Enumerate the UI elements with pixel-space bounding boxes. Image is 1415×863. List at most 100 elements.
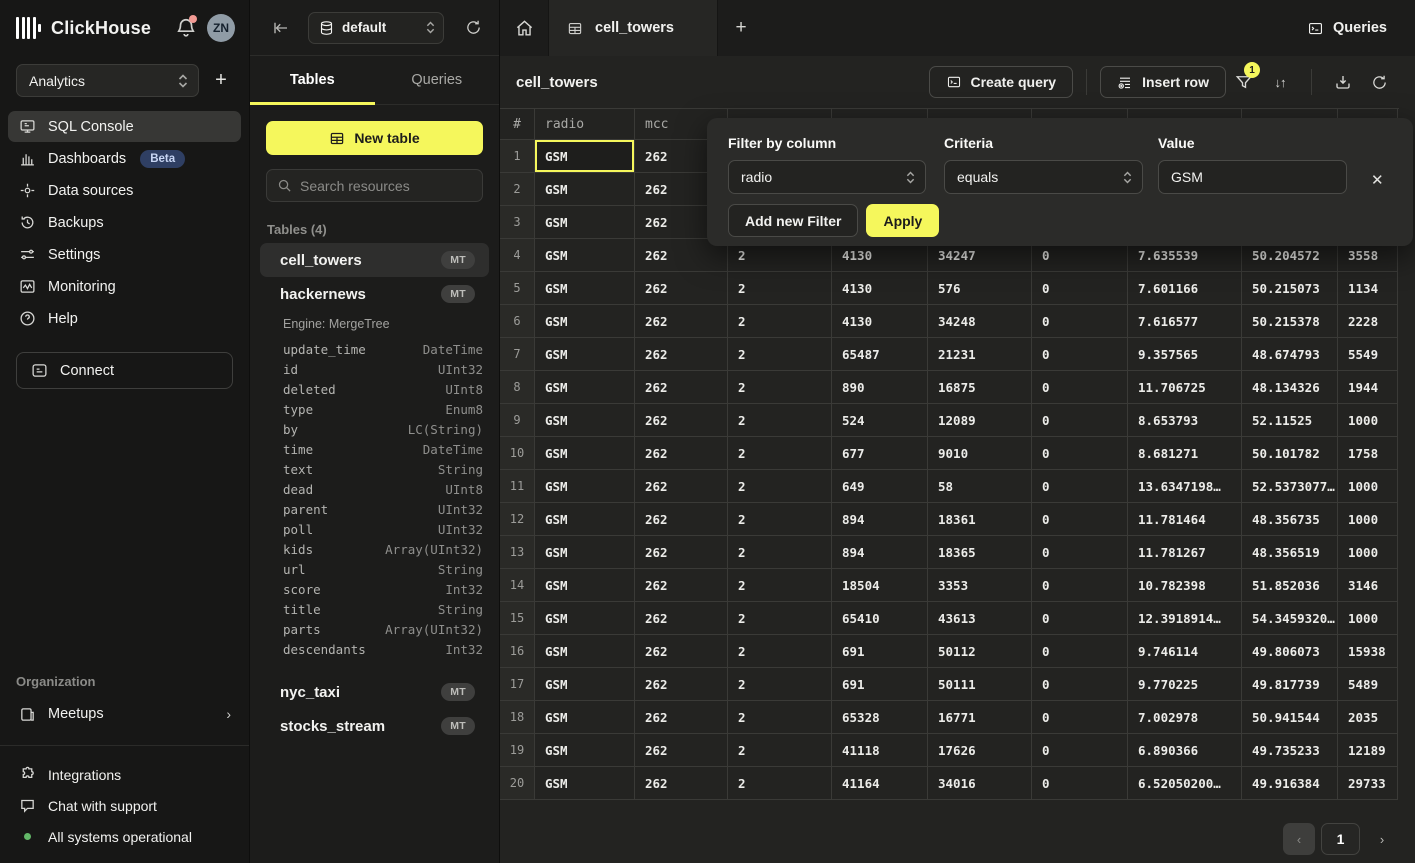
- table-cell[interactable]: 12189: [1338, 734, 1398, 767]
- table-cell[interactable]: 0: [1032, 338, 1128, 371]
- table-cell[interactable]: 2: [728, 272, 832, 305]
- refresh-icon[interactable]: [1361, 66, 1397, 98]
- table-cell[interactable]: 0: [1032, 536, 1128, 569]
- table-cell[interactable]: 50.941544: [1242, 701, 1338, 734]
- table-cell[interactable]: 890: [832, 371, 928, 404]
- table-cell[interactable]: GSM: [535, 272, 635, 305]
- insert-row-button[interactable]: Insert row: [1100, 66, 1226, 98]
- table-cell[interactable]: 7.601166: [1128, 272, 1242, 305]
- refresh-database-icon[interactable]: [462, 17, 484, 39]
- table-cell[interactable]: 2: [728, 338, 832, 371]
- table-cell[interactable]: 0: [1032, 701, 1128, 734]
- table-cell[interactable]: 262: [635, 503, 728, 536]
- table-cell[interactable]: 49.735233: [1242, 734, 1338, 767]
- table-cell[interactable]: 1134: [1338, 272, 1398, 305]
- table-cell[interactable]: 262: [635, 338, 728, 371]
- table-cell[interactable]: 0: [1032, 404, 1128, 437]
- table-cell[interactable]: 2: [728, 536, 832, 569]
- table-cell[interactable]: 34248: [928, 305, 1032, 338]
- table-cell[interactable]: 0: [1032, 470, 1128, 503]
- sidebar-item-meetups[interactable]: Meetups ›: [8, 699, 241, 729]
- sidebar-item-data-sources[interactable]: Data sources: [8, 175, 241, 206]
- criteria-select[interactable]: equals: [944, 160, 1143, 194]
- table-cell[interactable]: 262: [635, 536, 728, 569]
- table-cell[interactable]: 2: [728, 404, 832, 437]
- sidebar-item-sql-console[interactable]: SQL Console: [8, 111, 241, 142]
- table-cell[interactable]: 41118: [832, 734, 928, 767]
- table-cell[interactable]: 2: [728, 668, 832, 701]
- table-cell[interactable]: 2035: [1338, 701, 1398, 734]
- table-cell[interactable]: 51.852036: [1242, 569, 1338, 602]
- table-cell[interactable]: 18504: [832, 569, 928, 602]
- filter-column-select[interactable]: radio: [728, 160, 926, 194]
- table-cell[interactable]: 16771: [928, 701, 1032, 734]
- table-cell[interactable]: 2: [728, 470, 832, 503]
- table-cell[interactable]: GSM: [535, 734, 635, 767]
- new-table-button[interactable]: New table: [266, 121, 483, 155]
- table-cell[interactable]: 2: [728, 305, 832, 338]
- table-cell[interactable]: 262: [635, 470, 728, 503]
- table-cell[interactable]: GSM: [535, 437, 635, 470]
- table-cell[interactable]: 1000: [1338, 470, 1398, 503]
- table-cell[interactable]: 691: [832, 635, 928, 668]
- filter-value-input[interactable]: [1158, 160, 1347, 194]
- table-cell[interactable]: GSM: [535, 173, 635, 206]
- table-cell[interactable]: 691: [832, 668, 928, 701]
- table-cell[interactable]: 0: [1032, 635, 1128, 668]
- table-cell[interactable]: 34016: [928, 767, 1032, 800]
- tab-queries[interactable]: Queries: [375, 56, 500, 104]
- table-item-stocks-stream[interactable]: stocks_stream MT: [266, 709, 483, 743]
- table-cell[interactable]: 0: [1032, 437, 1128, 470]
- table-cell[interactable]: 262: [635, 767, 728, 800]
- column-header[interactable]: #: [500, 109, 535, 140]
- table-cell[interactable]: GSM: [535, 404, 635, 437]
- table-cell[interactable]: 29733: [1338, 767, 1398, 800]
- table-cell[interactable]: 52.11525: [1242, 404, 1338, 437]
- table-cell[interactable]: GSM: [535, 305, 635, 338]
- table-cell[interactable]: 2: [728, 437, 832, 470]
- table-cell[interactable]: 0: [1032, 503, 1128, 536]
- table-cell[interactable]: GSM: [535, 503, 635, 536]
- next-page-button[interactable]: ›: [1366, 823, 1398, 855]
- table-cell[interactable]: 0: [1032, 602, 1128, 635]
- table-cell[interactable]: 21231: [928, 338, 1032, 371]
- create-query-button[interactable]: Create query: [929, 66, 1074, 98]
- table-cell[interactable]: 576: [928, 272, 1032, 305]
- table-cell[interactable]: GSM: [535, 701, 635, 734]
- table-cell[interactable]: GSM: [535, 338, 635, 371]
- table-cell[interactable]: 48.674793: [1242, 338, 1338, 371]
- table-cell[interactable]: 50111: [928, 668, 1032, 701]
- table-cell[interactable]: GSM: [535, 371, 635, 404]
- table-cell[interactable]: 3146: [1338, 569, 1398, 602]
- table-cell[interactable]: 894: [832, 536, 928, 569]
- table-cell[interactable]: 43613: [928, 602, 1032, 635]
- table-cell[interactable]: 1000: [1338, 536, 1398, 569]
- table-cell[interactable]: 0: [1032, 668, 1128, 701]
- table-cell[interactable]: 65410: [832, 602, 928, 635]
- add-new-filter-button[interactable]: Add new Filter: [728, 204, 858, 237]
- previous-page-button[interactable]: ‹: [1283, 823, 1315, 855]
- table-cell[interactable]: 649: [832, 470, 928, 503]
- collapse-panel-icon[interactable]: [270, 17, 292, 39]
- table-cell[interactable]: 1944: [1338, 371, 1398, 404]
- close-icon[interactable]: ✕: [1371, 171, 1384, 189]
- sidebar-item-all-systems-operational[interactable]: All systems operational: [8, 822, 241, 851]
- table-cell[interactable]: 262: [635, 371, 728, 404]
- table-cell[interactable]: 7.002978: [1128, 701, 1242, 734]
- table-cell[interactable]: GSM: [535, 140, 635, 173]
- search-resources[interactable]: [266, 169, 483, 202]
- sidebar-item-backups[interactable]: Backups: [8, 207, 241, 238]
- table-cell[interactable]: 1000: [1338, 602, 1398, 635]
- table-cell[interactable]: 65487: [832, 338, 928, 371]
- table-cell[interactable]: GSM: [535, 635, 635, 668]
- table-cell[interactable]: 15938: [1338, 635, 1398, 668]
- table-cell[interactable]: 9.357565: [1128, 338, 1242, 371]
- add-workspace-button[interactable]: +: [209, 69, 233, 93]
- table-cell[interactable]: 2: [728, 371, 832, 404]
- table-cell[interactable]: 9010: [928, 437, 1032, 470]
- table-cell[interactable]: 49.806073: [1242, 635, 1338, 668]
- table-cell[interactable]: 894: [832, 503, 928, 536]
- table-cell[interactable]: 6.890366: [1128, 734, 1242, 767]
- table-cell[interactable]: 262: [635, 437, 728, 470]
- sidebar-item-settings[interactable]: Settings: [8, 239, 241, 270]
